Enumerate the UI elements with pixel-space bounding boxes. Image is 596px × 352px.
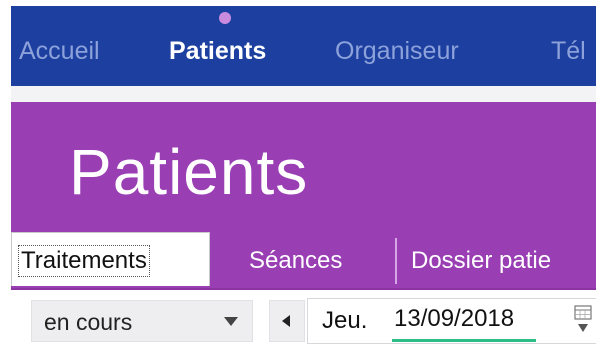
page-title: Patients xyxy=(69,136,309,208)
top-navigation: Accueil Patients Organiseur Tél xyxy=(11,6,596,86)
nav-item-tel[interactable]: Tél xyxy=(551,36,586,66)
nav-divider xyxy=(11,86,596,102)
previous-date-button[interactable] xyxy=(269,300,305,342)
nav-item-accueil[interactable]: Accueil xyxy=(19,36,100,66)
tab-dossier-patient[interactable]: Dossier patie xyxy=(411,238,551,284)
tab-traitements[interactable]: Traitements xyxy=(11,232,210,286)
triangle-left-icon xyxy=(282,315,290,327)
day-label: Jeu. xyxy=(322,307,368,334)
date-field[interactable]: Jeu. 13/09/2018 xyxy=(307,298,596,344)
app-window: Accueil Patients Organiseur Tél Patients… xyxy=(11,0,596,352)
chevron-down-icon xyxy=(224,317,238,326)
page-header: Patients xyxy=(11,102,596,234)
nav-item-organiseur[interactable]: Organiseur xyxy=(335,36,459,66)
tab-bar: Traitements Séances Dossier patie xyxy=(11,230,596,290)
date-underline xyxy=(392,339,536,342)
tab-traitements-label: Traitements xyxy=(18,245,150,277)
status-select-value: en cours xyxy=(44,309,133,335)
filter-toolbar: en cours Jeu. 13/09/2018 xyxy=(11,290,596,352)
calendar-picker-icon[interactable] xyxy=(574,305,592,335)
status-select[interactable]: en cours xyxy=(31,300,253,342)
date-value: 13/09/2018 xyxy=(394,305,515,332)
tab-separator xyxy=(395,238,397,284)
tab-seances[interactable]: Séances xyxy=(249,238,342,284)
active-nav-indicator xyxy=(219,12,231,24)
nav-item-patients[interactable]: Patients xyxy=(169,36,266,66)
